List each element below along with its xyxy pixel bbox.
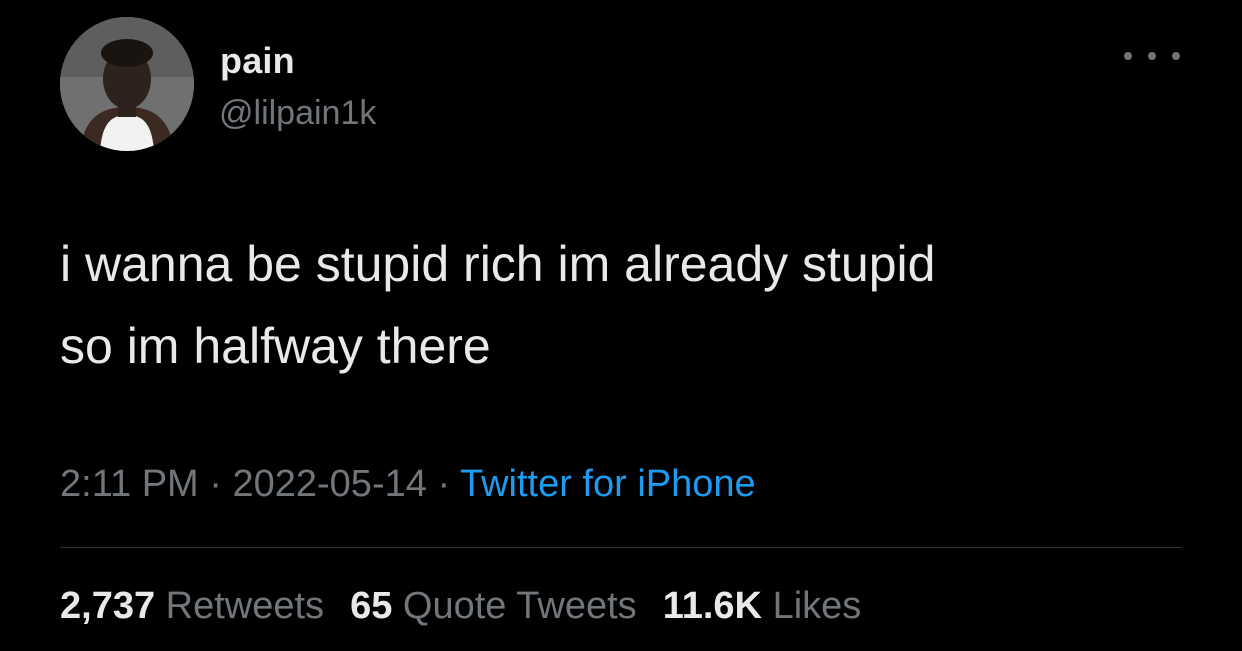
profile-photo-icon [60, 17, 194, 151]
meta-separator: · [209, 463, 222, 505]
likes-label: Likes [772, 585, 862, 627]
retweets-stat[interactable]: 2,737 Retweets [60, 585, 324, 627]
avatar[interactable] [60, 17, 194, 151]
likes-count: 11.6K [662, 585, 762, 627]
tweet-text-line: so im halfway there [60, 318, 491, 374]
meta-separator: · [437, 463, 451, 505]
tweet-time[interactable]: 2:11 PM [60, 463, 199, 505]
quote-tweets-count: 65 [350, 585, 393, 627]
likes-stat[interactable]: 11.6K Likes [663, 585, 862, 627]
display-name[interactable]: pain [220, 40, 295, 82]
tweet-text: i wanna be stupid rich im already stupid… [60, 223, 1200, 387]
divider [60, 547, 1182, 548]
more-dot [1172, 52, 1180, 60]
tweet-stats: 2,737 Retweets 65 Quote Tweets 11.6K Likes [60, 585, 861, 628]
quote-tweets-label: Quote Tweets [402, 585, 637, 627]
tweet-source-link[interactable]: Twitter for iPhone [460, 463, 756, 505]
user-handle[interactable]: @lilpain1k [219, 94, 376, 133]
tweet-meta: 2:11 PM · 2022-05-14 · Twitter for iPhon… [60, 463, 756, 506]
retweets-label: Retweets [165, 585, 325, 627]
tweet-text-line: i wanna be stupid rich im already stupid [60, 236, 936, 292]
quote-tweets-stat[interactable]: 65 Quote Tweets [350, 585, 637, 627]
retweets-count: 2,737 [60, 585, 156, 627]
tweet-date[interactable]: 2022-05-14 [232, 463, 426, 505]
more-dot [1124, 52, 1132, 60]
more-options-icon[interactable] [1124, 41, 1180, 71]
more-dot [1148, 52, 1156, 60]
